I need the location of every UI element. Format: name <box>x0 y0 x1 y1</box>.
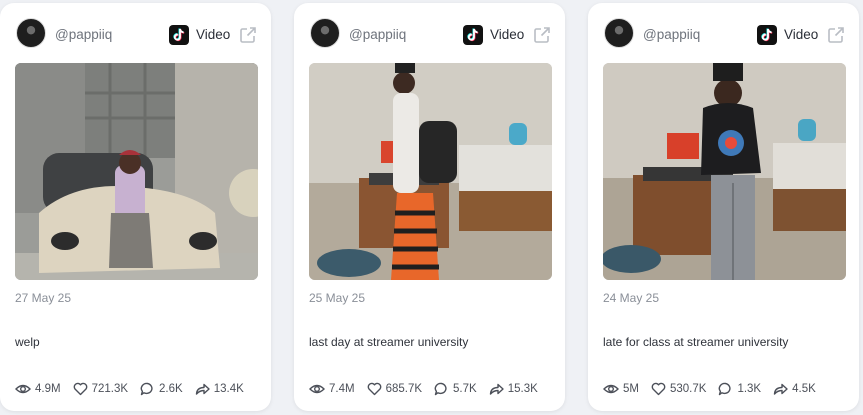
post-card-header: @pappiiq Video <box>0 3 271 61</box>
comment-icon <box>434 382 447 396</box>
likes-stat: 685.7K <box>367 382 422 396</box>
shares-count: 15.3K <box>507 383 538 395</box>
post-stats: 7.4M 685.7K 5.7K 15.3K <box>309 381 550 397</box>
comments-count: 2.6K <box>159 383 183 395</box>
author-handle[interactable]: @pappiiq <box>55 27 112 42</box>
external-link-icon[interactable] <box>239 26 257 44</box>
post-card[interactable]: @pappiiq Video <box>0 3 271 411</box>
shares-stat: 15.3K <box>489 382 538 396</box>
post-date: 27 May 25 <box>15 291 72 305</box>
video-thumbnail[interactable] <box>309 63 552 280</box>
avatar[interactable] <box>310 18 340 48</box>
post-type-label: Video <box>784 27 819 42</box>
heart-icon <box>73 382 87 396</box>
views-stat: 4.9M <box>15 382 61 396</box>
shares-count: 4.5K <box>792 383 816 395</box>
comments-stat: 2.6K <box>140 382 183 396</box>
likes-count: 721.3K <box>91 383 129 395</box>
views-stat: 7.4M <box>309 382 355 396</box>
share-icon <box>773 383 788 395</box>
views-stat: 5M <box>603 382 639 396</box>
post-card[interactable]: @pappiiq Video <box>588 3 859 411</box>
external-link-icon[interactable] <box>533 26 551 44</box>
shares-stat: 4.5K <box>773 382 816 396</box>
post-caption: welp <box>15 335 40 349</box>
heart-icon <box>367 382 381 396</box>
comments-stat: 1.3K <box>718 382 761 396</box>
comments-count: 1.3K <box>737 383 762 395</box>
views-count: 7.4M <box>329 383 355 395</box>
tiktok-icon <box>169 25 189 45</box>
author-handle[interactable]: @pappiiq <box>643 27 700 42</box>
author-handle[interactable]: @pappiiq <box>349 27 406 42</box>
eye-icon <box>15 384 31 394</box>
shares-stat: 13.4K <box>195 382 244 396</box>
post-stats: 5M 530.7K 1.3K 4.5K <box>603 381 828 397</box>
comments-stat: 5.7K <box>434 382 477 396</box>
likes-stat: 721.3K <box>73 382 128 396</box>
likes-count: 685.7K <box>385 383 423 395</box>
views-count: 5M <box>623 383 639 395</box>
eye-icon <box>309 384 325 394</box>
comments-count: 5.7K <box>453 383 477 395</box>
share-icon <box>195 383 210 395</box>
views-count: 4.9M <box>35 383 61 395</box>
video-thumbnail[interactable] <box>603 63 846 280</box>
tiktok-icon <box>757 25 777 45</box>
tiktok-icon <box>463 25 483 45</box>
share-icon <box>489 383 504 395</box>
comment-icon <box>719 382 732 396</box>
post-card[interactable]: @pappiiq Video <box>294 3 565 411</box>
post-card-header: @pappiiq Video <box>294 3 565 61</box>
post-type-label: Video <box>490 27 525 42</box>
likes-count: 530.7K <box>669 383 707 395</box>
post-caption: last day at streamer university <box>309 335 469 349</box>
avatar[interactable] <box>16 18 46 48</box>
heart-icon <box>651 382 666 396</box>
post-caption: late for class at streamer university <box>603 335 789 349</box>
likes-stat: 530.7K <box>651 382 706 396</box>
post-date: 25 May 25 <box>309 291 366 305</box>
post-card-header: @pappiiq Video <box>588 3 859 61</box>
external-link-icon[interactable] <box>827 26 845 44</box>
shares-count: 13.4K <box>213 383 244 395</box>
comment-icon <box>140 382 153 396</box>
video-thumbnail[interactable] <box>15 63 258 280</box>
eye-icon <box>603 384 619 394</box>
post-date: 24 May 25 <box>603 291 660 305</box>
post-stats: 4.9M 721.3K 2.6K 13.4K <box>15 381 256 397</box>
post-type-label: Video <box>196 27 231 42</box>
avatar[interactable] <box>604 18 634 48</box>
